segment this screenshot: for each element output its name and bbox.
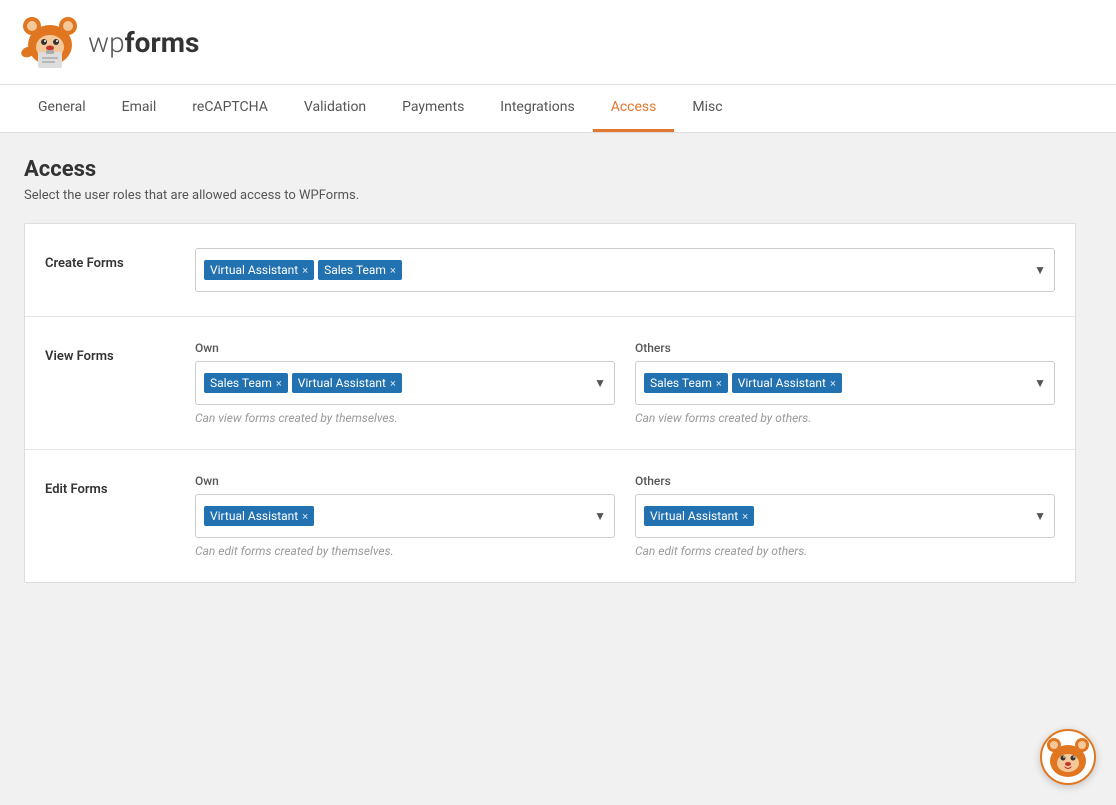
edit-forms-row: Edit Forms Own Virtual Assistant × ▼ Can… bbox=[25, 450, 1075, 582]
tag-virtual-assistant: Virtual Assistant × bbox=[204, 260, 314, 280]
tag-close-sales-team[interactable]: × bbox=[390, 264, 396, 277]
view-forms-fields: Own Sales Team × Virtual Assistant × ▼ C… bbox=[195, 341, 1055, 425]
tab-recaptcha[interactable]: reCAPTCHA bbox=[174, 85, 286, 132]
tab-general[interactable]: General bbox=[20, 85, 104, 132]
create-forms-dropdown-arrow: ▼ bbox=[1034, 263, 1046, 277]
tag-edit-own-virtual-assistant: Virtual Assistant × bbox=[204, 506, 314, 526]
view-forms-others-col: Others Sales Team × Virtual Assistant × … bbox=[635, 341, 1055, 425]
view-forms-own-select[interactable]: Sales Team × Virtual Assistant × ▼ bbox=[195, 361, 615, 405]
tab-payments[interactable]: Payments bbox=[384, 85, 482, 132]
edit-forms-own-hint: Can edit forms created by themselves. bbox=[195, 544, 615, 558]
tab-integrations[interactable]: Integrations bbox=[482, 85, 592, 132]
edit-own-dropdown-arrow: ▼ bbox=[594, 509, 606, 523]
page-description: Select the user roles that are allowed a… bbox=[24, 188, 1076, 203]
tag-close-view-own-va[interactable]: × bbox=[390, 377, 396, 390]
tab-access[interactable]: Access bbox=[593, 85, 675, 132]
create-forms-label: Create Forms bbox=[45, 248, 175, 271]
logo-bear-icon bbox=[20, 12, 80, 72]
view-forms-others-sublabel: Others bbox=[635, 341, 1055, 355]
tag-view-own-sales-team: Sales Team × bbox=[204, 373, 288, 393]
tag-close-edit-others-va[interactable]: × bbox=[742, 510, 748, 523]
create-forms-fields: Virtual Assistant × Sales Team × ▼ bbox=[195, 248, 1055, 292]
tag-close-view-others-sales[interactable]: × bbox=[716, 377, 722, 390]
content-area: Access Select the user roles that are al… bbox=[0, 133, 1100, 607]
chat-bubble[interactable] bbox=[1040, 729, 1096, 785]
tag-close-virtual-assistant[interactable]: × bbox=[302, 264, 308, 277]
view-forms-own-col: Own Sales Team × Virtual Assistant × ▼ C… bbox=[195, 341, 615, 425]
edit-forms-own-sublabel: Own bbox=[195, 474, 615, 488]
edit-forms-others-select[interactable]: Virtual Assistant × ▼ bbox=[635, 494, 1055, 538]
edit-forms-own-col: Own Virtual Assistant × ▼ Can edit forms… bbox=[195, 474, 615, 558]
view-forms-others-select[interactable]: Sales Team × Virtual Assistant × ▼ bbox=[635, 361, 1055, 405]
create-forms-field: Virtual Assistant × Sales Team × ▼ bbox=[195, 248, 1055, 292]
view-forms-row: View Forms Own Sales Team × Virtual Assi… bbox=[25, 317, 1075, 450]
tab-misc[interactable]: Misc bbox=[674, 85, 740, 132]
edit-others-dropdown-arrow: ▼ bbox=[1034, 509, 1046, 523]
view-forms-own-sublabel: Own bbox=[195, 341, 615, 355]
tab-email[interactable]: Email bbox=[104, 85, 175, 132]
tab-validation[interactable]: Validation bbox=[286, 85, 384, 132]
create-forms-row: Create Forms Virtual Assistant × Sales T… bbox=[25, 224, 1075, 317]
page-title: Access bbox=[24, 157, 1076, 182]
tag-edit-others-virtual-assistant: Virtual Assistant × bbox=[644, 506, 754, 526]
tag-view-others-sales-team: Sales Team × bbox=[644, 373, 728, 393]
create-forms-select[interactable]: Virtual Assistant × Sales Team × ▼ bbox=[195, 248, 1055, 292]
edit-forms-own-select[interactable]: Virtual Assistant × ▼ bbox=[195, 494, 615, 538]
tag-close-view-others-va[interactable]: × bbox=[830, 377, 836, 390]
tag-close-view-own-sales[interactable]: × bbox=[276, 377, 282, 390]
view-forms-own-hint: Can view forms created by themselves. bbox=[195, 411, 615, 425]
access-sections: Create Forms Virtual Assistant × Sales T… bbox=[24, 223, 1076, 583]
header: wpforms bbox=[0, 0, 1116, 85]
tag-view-others-virtual-assistant: Virtual Assistant × bbox=[732, 373, 842, 393]
edit-forms-label: Edit Forms bbox=[45, 474, 175, 497]
edit-forms-others-col: Others Virtual Assistant × ▼ Can edit fo… bbox=[635, 474, 1055, 558]
nav-tabs: General Email reCAPTCHA Validation Payme… bbox=[0, 85, 1116, 133]
tag-close-edit-own-va[interactable]: × bbox=[302, 510, 308, 523]
view-forms-others-hint: Can view forms created by others. bbox=[635, 411, 1055, 425]
view-own-dropdown-arrow: ▼ bbox=[594, 376, 606, 390]
edit-forms-others-sublabel: Others bbox=[635, 474, 1055, 488]
view-others-dropdown-arrow: ▼ bbox=[1034, 376, 1046, 390]
logo: wpforms bbox=[20, 12, 199, 72]
tag-view-own-virtual-assistant: Virtual Assistant × bbox=[292, 373, 402, 393]
tag-sales-team: Sales Team × bbox=[318, 260, 402, 280]
view-forms-label: View Forms bbox=[45, 341, 175, 364]
edit-forms-others-hint: Can edit forms created by others. bbox=[635, 544, 1055, 558]
edit-forms-fields: Own Virtual Assistant × ▼ Can edit forms… bbox=[195, 474, 1055, 558]
chat-bear-icon bbox=[1046, 735, 1090, 779]
logo-text: wpforms bbox=[88, 26, 199, 59]
